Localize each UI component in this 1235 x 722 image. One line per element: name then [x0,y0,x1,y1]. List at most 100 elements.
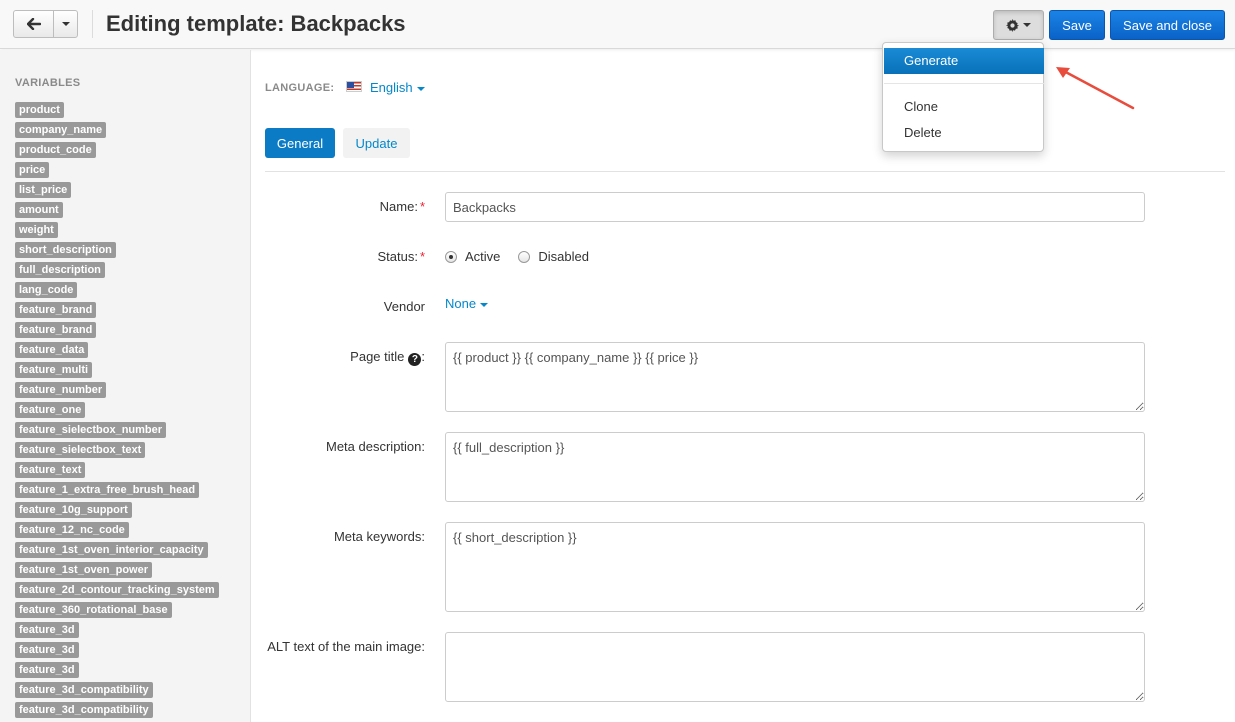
variable-tag[interactable]: feature_brand [15,322,97,338]
variable-item: feature_360_rotational_base [15,601,219,621]
variable-tag[interactable]: feature_1st_oven_interior_capacity [15,542,208,558]
meta-description-textarea[interactable] [445,432,1145,502]
language-selector[interactable]: English [370,80,425,95]
status-disabled-label: Disabled [538,249,589,264]
variable-item: feature_3d_compatibility [15,701,219,721]
variable-item: feature_multi [15,361,219,381]
variable-tag[interactable]: lang_code [15,282,78,298]
settings-dropdown-button[interactable] [993,10,1044,40]
page-title-textarea[interactable] [445,342,1145,412]
status-active-radio[interactable] [445,250,457,263]
variable-tag[interactable]: feature_3d [15,622,79,638]
variable-item: feature_sielectbox_number [15,421,219,441]
language-label: LANGUAGE: [265,82,335,94]
variable-tag[interactable]: feature_multi [15,362,93,378]
variable-item: lang_code [15,281,219,301]
status-radio-group: Active Disabled [445,249,589,264]
variable-item: feature_2d_contour_tracking_system [15,581,219,601]
variable-tag[interactable]: full_description [15,262,105,278]
variable-item: feature_3d [15,641,219,661]
variable-tag[interactable]: product_code [15,142,96,158]
back-button-group [13,10,78,38]
save-and-close-button[interactable]: Save and close [1110,10,1225,40]
variable-tag[interactable]: feature_3d [15,642,79,658]
variable-tag[interactable]: feature_1_extra_free_brush_head [15,482,200,498]
variable-item: feature_10g_support [15,501,219,521]
status-label-text: Status: [377,249,418,264]
annotation-arrow-icon [1056,67,1135,110]
variable-item: feature_brand [15,301,219,321]
variable-item: feature_1st_oven_interior_capacity [15,541,219,561]
vendor-label: Vendor [383,299,425,314]
us-flag-icon [346,81,362,92]
back-history-dropdown[interactable] [54,11,77,37]
variable-tag[interactable]: feature_sielectbox_number [15,422,167,438]
variable-tag[interactable]: feature_number [15,382,107,398]
variable-tag[interactable]: feature_one [15,402,86,418]
variable-item: feature_text [15,461,219,481]
variable-tag[interactable]: company_name [15,122,107,138]
status-disabled-radio[interactable] [518,250,531,263]
variable-item: feature_data [15,341,219,361]
label-colon: : [421,349,425,364]
menu-item-delete[interactable]: Delete [884,120,1044,146]
variable-tag[interactable]: feature_sielectbox_text [15,442,146,458]
menu-item-clone[interactable]: Clone [884,94,1044,120]
variable-item: company_name [15,121,219,141]
page-title: Editing template: Backpacks [106,11,406,36]
name-input[interactable] [445,192,1145,222]
alt-text-textarea[interactable] [445,632,1145,702]
variable-tag[interactable]: feature_3d_compatibility [15,702,153,718]
alt-text-label: ALT text of the main image: [267,639,425,654]
tabs-divider [265,171,1225,172]
header-divider [92,10,93,38]
variable-tag[interactable]: price [15,162,50,178]
variable-tag[interactable]: weight [15,222,58,238]
back-button[interactable] [14,11,54,37]
variable-tag[interactable]: product [15,102,64,118]
name-label: Name: * [380,199,425,214]
tab-general[interactable]: General [265,128,335,158]
variable-tag[interactable]: feature_1st_oven_power [15,562,152,578]
variable-item: feature_3d [15,661,219,681]
variable-item: feature_12_nc_code [15,521,219,541]
variable-item: feature_sielectbox_text [15,441,219,461]
meta-keywords-label: Meta keywords: [333,529,425,544]
variable-tag[interactable]: feature_360_rotational_base [15,602,172,618]
tab-update[interactable]: Update [343,128,410,158]
variable-tag[interactable]: feature_2d_contour_tracking_system [15,582,219,598]
variable-tag[interactable]: feature_10g_support [15,502,132,518]
variable-item: feature_1st_oven_power [15,561,219,581]
chevron-down-icon [61,22,70,26]
variable-item: price [15,161,219,181]
vendor-selector[interactable]: None [445,296,489,311]
name-label-text: Name: [379,199,418,214]
variable-tag[interactable]: feature_3d_compatibility [15,682,153,698]
variable-tag[interactable]: amount [15,202,63,218]
variable-item: feature_number [15,381,219,401]
sidebar-title: VARIABLES [15,77,81,89]
meta-keywords-textarea[interactable] [445,522,1145,612]
variable-tag[interactable]: feature_brand [15,302,97,318]
chevron-down-icon [416,86,425,91]
variable-item: list_price [15,181,219,201]
variable-tag[interactable]: feature_text [15,462,86,478]
variable-tag[interactable]: feature_3d [15,662,79,678]
arrow-left-icon [26,18,41,30]
top-header: Editing template: Backpacks Save Save an… [0,0,1235,49]
variable-item: feature_1_extra_free_brush_head [15,481,219,501]
variable-tag[interactable]: feature_data [15,342,89,358]
variables-list: product company_name product_codeprice list… [15,101,219,722]
save-button[interactable]: Save [1049,10,1105,40]
language-value: English [370,80,413,95]
variable-item: feature_3d_compatibility [15,681,219,701]
vendor-value: None [445,296,477,311]
question-circle-icon[interactable]: ? [408,353,422,366]
menu-item-generate[interactable]: Generate [884,48,1044,74]
variable-tag[interactable]: feature_12_nc_code [15,522,129,538]
variable-tag[interactable]: short_description [15,242,116,258]
status-label: Status: * [377,249,425,264]
variable-tag[interactable]: list_price [15,182,72,198]
variable-item: short_description [15,241,219,261]
chevron-down-icon [1023,23,1031,27]
